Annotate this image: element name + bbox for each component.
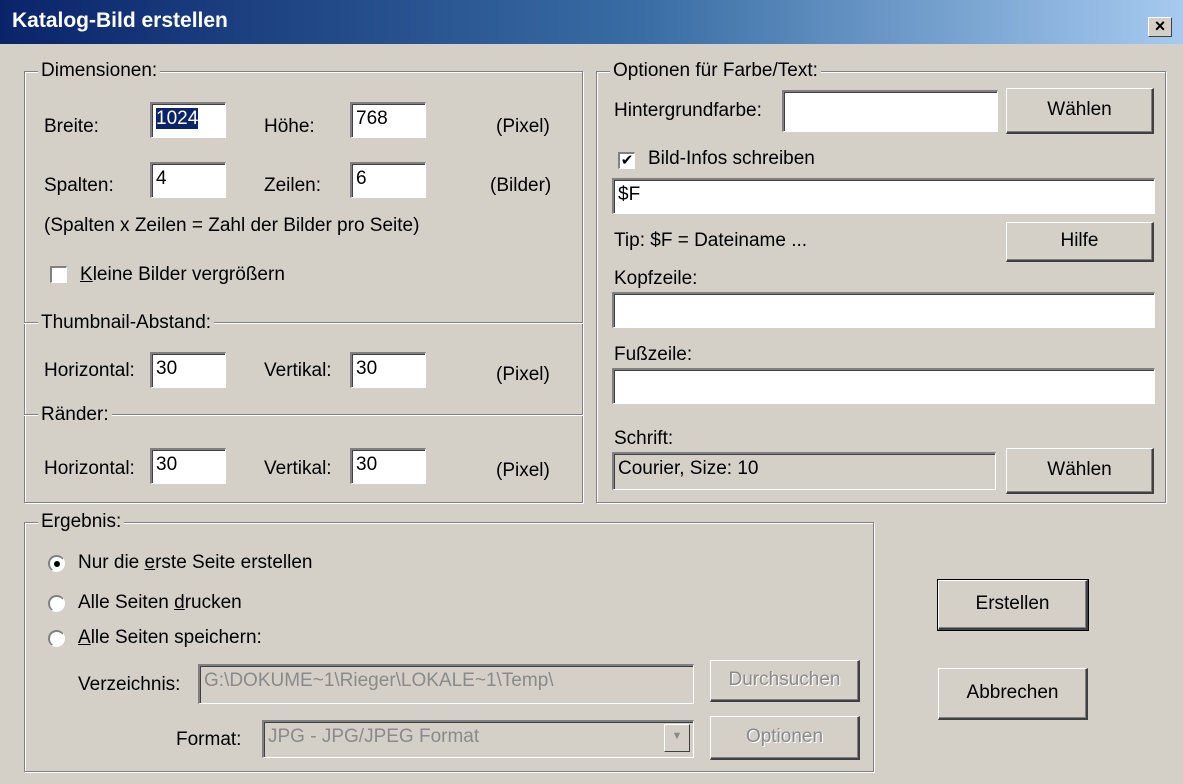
columns-label: Spalten: <box>44 175 114 196</box>
width-label: Breite: <box>44 116 99 137</box>
close-icon: × <box>1154 16 1166 36</box>
format-options-button[interactable]: Optionen <box>710 716 860 760</box>
save-all-pages-label[interactable]: Alle Seiten speichern: <box>78 627 262 649</box>
window-title: Katalog-Bild erstellen <box>12 9 228 32</box>
header-line-input[interactable] <box>612 292 1155 328</box>
header-line-label: Kopfzeile: <box>614 268 698 289</box>
radio-save-all-pages[interactable] <box>48 630 65 647</box>
thumb-vertical-label: Vertikal: <box>264 360 332 381</box>
print-all-pages-label[interactable]: Alle Seiten drucken <box>78 592 242 614</box>
format-dropdown-arrow[interactable]: ▼ <box>664 724 690 752</box>
close-button[interactable]: × <box>1148 17 1172 37</box>
height-label: Höhe: <box>264 116 315 137</box>
columns-input[interactable]: 4 <box>150 162 226 198</box>
first-page-only-label[interactable]: Nur die erste Seite erstellen <box>78 552 312 574</box>
thumb-horizontal-input[interactable]: 30 <box>150 352 226 388</box>
write-image-info-label[interactable]: Bild-Infos schreiben <box>648 148 815 170</box>
height-input[interactable]: 768 <box>350 102 426 138</box>
radio-selected-dot <box>54 561 60 567</box>
directory-label: Verzeichnis: <box>78 674 181 695</box>
choose-background-color-button[interactable]: Wählen <box>1006 88 1154 134</box>
margin-vertical-input[interactable]: 30 <box>350 448 426 484</box>
rows-input[interactable]: 6 <box>350 162 426 198</box>
result-legend: Ergebnis: <box>38 511 125 533</box>
margin-vertical-label: Vertikal: <box>264 458 332 479</box>
thumb-horizontal-label: Horizontal: <box>44 360 135 381</box>
footer-line-input[interactable] <box>612 368 1155 404</box>
thumb-vertical-input[interactable]: 30 <box>350 352 426 388</box>
background-color-field[interactable] <box>782 90 998 132</box>
tip-text: Tip: $F = Dateiname ... <box>614 230 808 251</box>
chevron-down-icon: ▼ <box>671 730 683 742</box>
grid-hint: (Spalten x Zeilen = Zahl der Bilder pro … <box>44 215 420 236</box>
choose-font-button[interactable]: Wählen <box>1006 448 1154 494</box>
width-input[interactable]: 1024 <box>150 102 226 138</box>
enlarge-small-images-label[interactable]: Kleine Bilder vergrößern <box>80 264 285 286</box>
thumb-pixel-unit-label: (Pixel) <box>496 364 550 385</box>
margin-horizontal-input[interactable]: 30 <box>150 448 226 484</box>
dimensions-legend: Dimensionen: <box>38 60 161 82</box>
font-label: Schrift: <box>614 428 674 449</box>
radio-print-all-pages[interactable] <box>48 595 65 612</box>
create-button[interactable]: Erstellen <box>937 579 1089 631</box>
images-unit-label: (Bilder) <box>490 175 552 196</box>
write-image-info-checkbox[interactable]: ✔ <box>618 152 635 169</box>
image-info-input[interactable]: $F <box>612 178 1155 214</box>
directory-input[interactable]: G:\DOKUME~1\Rieger\LOKALE~1\Temp\ <box>198 664 694 704</box>
help-button[interactable]: Hilfe <box>1006 222 1154 262</box>
browse-button[interactable]: Durchsuchen <box>710 660 860 702</box>
thumbnail-spacing-legend: Thumbnail-Abstand: <box>38 312 215 334</box>
format-select[interactable]: JPG - JPG/JPEG Format <box>262 720 694 758</box>
radio-first-page-only[interactable] <box>48 555 65 572</box>
pixel-unit-label: (Pixel) <box>496 116 550 137</box>
margin-horizontal-label: Horizontal: <box>44 458 135 479</box>
rows-label: Zeilen: <box>264 175 322 196</box>
font-display: Courier, Size: 10 <box>612 452 996 490</box>
color-text-legend: Optionen für Farbe/Text: <box>610 60 821 82</box>
cancel-button[interactable]: Abbrechen <box>938 668 1088 720</box>
background-color-label: Hintergrundfarbe: <box>614 100 762 121</box>
margin-pixel-unit-label: (Pixel) <box>496 460 550 481</box>
enlarge-small-images-checkbox[interactable] <box>50 266 67 283</box>
footer-line-label: Fußzeile: <box>614 344 693 365</box>
margins-legend: Ränder: <box>38 404 112 426</box>
format-label: Format: <box>176 729 242 750</box>
